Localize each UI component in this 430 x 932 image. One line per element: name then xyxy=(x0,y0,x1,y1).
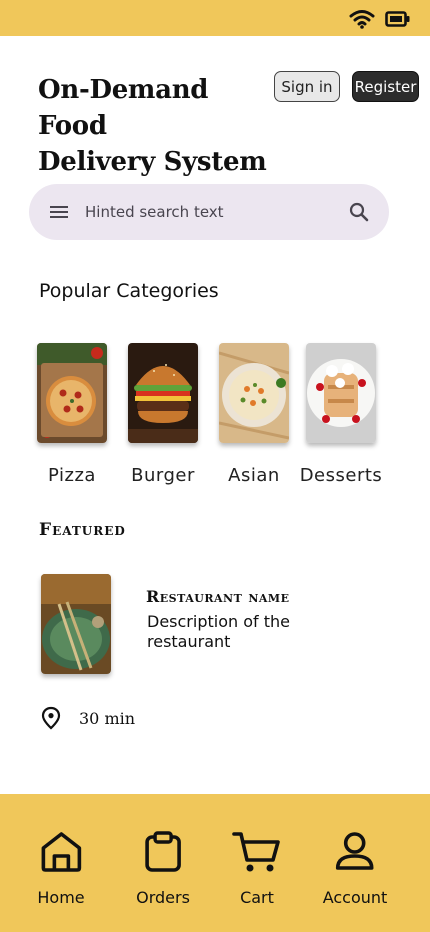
category-desserts[interactable]: Desserts xyxy=(300,343,382,486)
nav-account[interactable]: Account xyxy=(322,830,388,907)
app-title-line2: Delivery System xyxy=(38,147,267,177)
restaurant-name: Restaurant name xyxy=(146,587,290,606)
category-burger[interactable]: Burger xyxy=(128,343,198,486)
home-icon xyxy=(41,832,81,872)
wifi-icon xyxy=(349,10,375,29)
account-icon xyxy=(336,832,374,870)
search-icon[interactable] xyxy=(347,200,371,224)
restaurant-description: Description of the restaurant xyxy=(147,612,290,651)
category-label: Pizza xyxy=(48,465,96,486)
search-input[interactable] xyxy=(85,184,335,240)
status-bar xyxy=(0,0,430,36)
burger-image xyxy=(128,343,198,443)
popular-categories-title: Popular Categories xyxy=(39,280,219,302)
app-title-line1: On-Demand Food xyxy=(38,75,209,141)
nav-label: Cart xyxy=(240,888,274,907)
delivery-time-text: 30 min xyxy=(79,708,136,728)
restaurant-image xyxy=(41,574,111,674)
sign-in-button[interactable]: Sign in xyxy=(274,71,340,102)
delivery-time: 30 min xyxy=(40,706,135,730)
category-asian[interactable]: Asian xyxy=(219,343,289,486)
nav-cart[interactable]: Cart xyxy=(232,830,282,907)
featured-title: Featured xyxy=(39,520,126,540)
nav-label: Orders xyxy=(136,888,190,907)
register-button[interactable]: Register xyxy=(352,71,419,102)
desserts-image xyxy=(306,343,376,443)
battery-icon xyxy=(385,11,410,27)
asian-food-image xyxy=(219,343,289,443)
bottom-nav: Home Orders Cart Account xyxy=(0,794,430,932)
category-label: Desserts xyxy=(299,465,383,486)
category-label: Burger xyxy=(131,465,195,486)
cart-icon xyxy=(232,832,280,872)
restaurant-card[interactable]: Restaurant name Description of the resta… xyxy=(40,573,400,683)
category-label: Asian xyxy=(228,465,280,486)
clipboard-icon xyxy=(145,831,181,872)
app-title: On-Demand Food Delivery System xyxy=(38,72,278,180)
nav-home[interactable]: Home xyxy=(37,830,85,907)
pizza-image xyxy=(37,343,107,443)
nav-label: Home xyxy=(37,888,85,907)
nav-orders[interactable]: Orders xyxy=(136,830,190,907)
location-pin-icon xyxy=(41,706,61,730)
nav-label: Account xyxy=(322,888,388,907)
category-pizza[interactable]: Pizza xyxy=(37,343,107,486)
search-bar[interactable] xyxy=(29,184,389,240)
menu-icon[interactable] xyxy=(47,200,71,224)
